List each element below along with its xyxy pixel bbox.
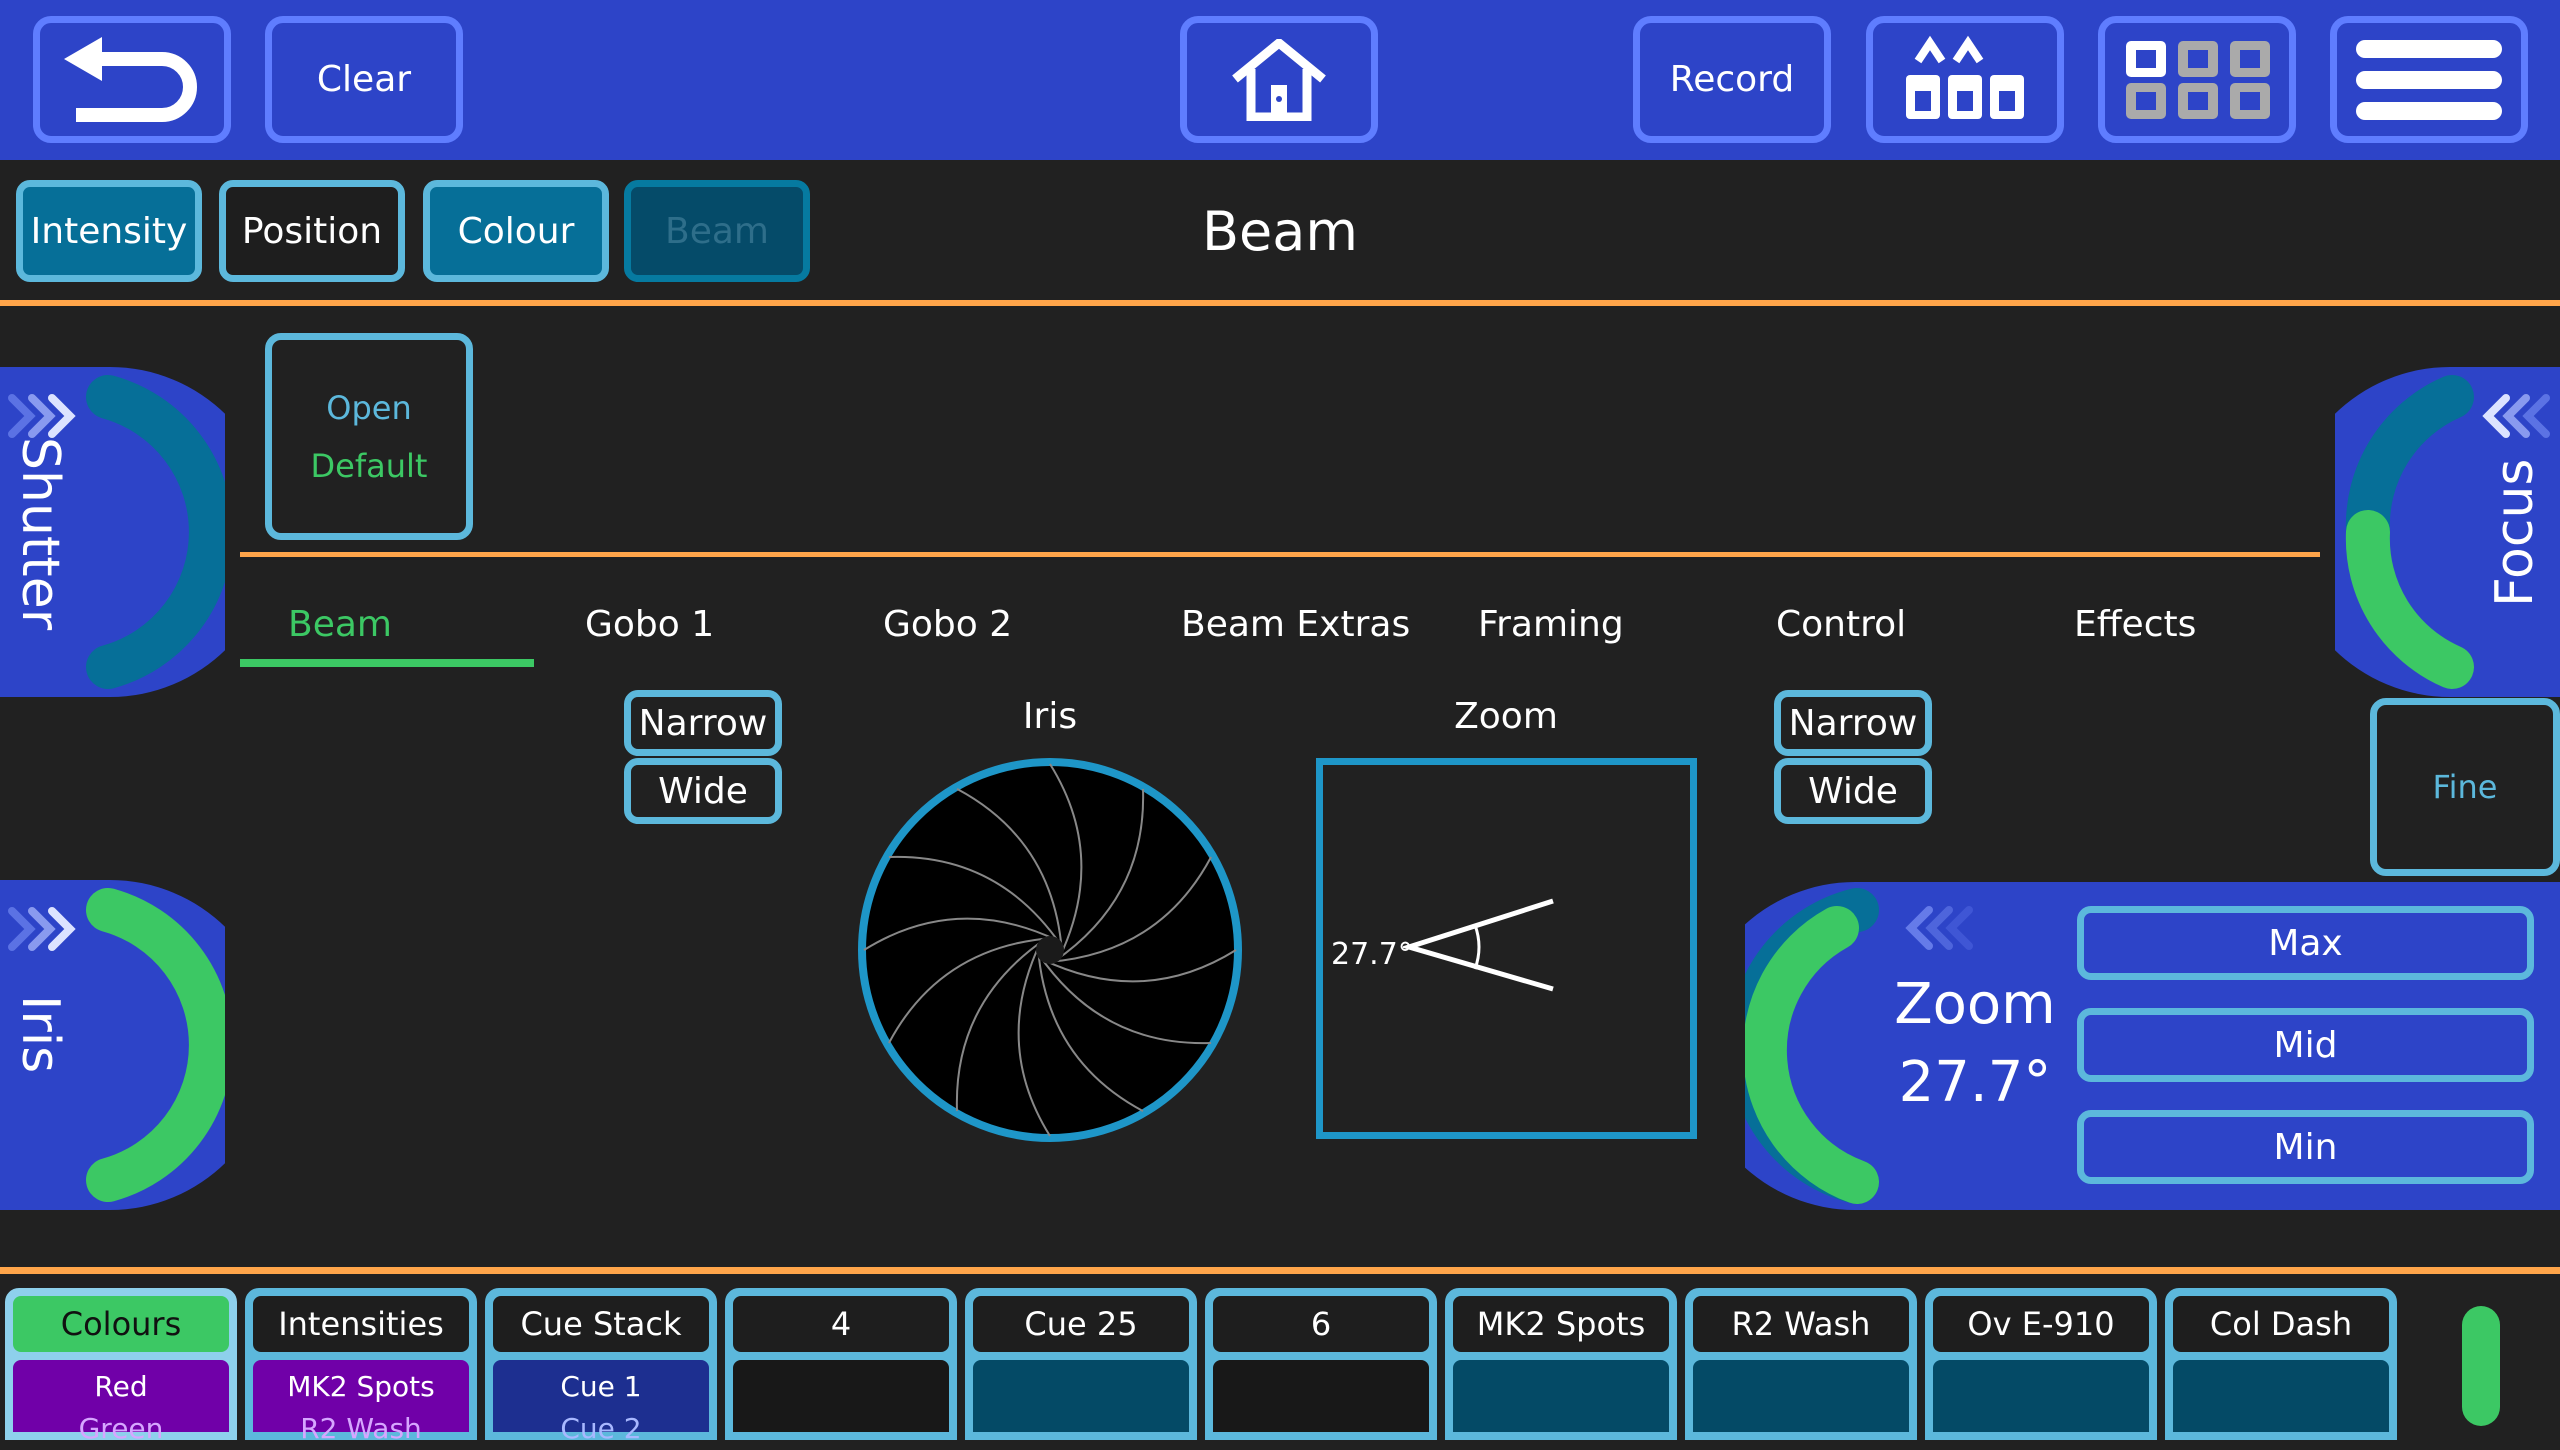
executor-line-1: Red — [94, 1370, 148, 1403]
shutter-default-label: Default — [310, 446, 428, 485]
executor-title: Intensities — [253, 1296, 469, 1352]
header-divider — [0, 300, 2560, 306]
executor-body — [1213, 1360, 1429, 1432]
executor-button[interactable]: 4 — [725, 1288, 957, 1440]
executor-body: Cue 1 Cue 2 — [493, 1360, 709, 1445]
fine-button[interactable]: Fine — [2370, 698, 2560, 876]
executor-body — [2173, 1360, 2389, 1432]
executor-button[interactable]: Intensities MK2 Spots R2 Wash — [245, 1288, 477, 1445]
zoom-angle-readout: 27.7° — [1331, 937, 1413, 972]
executor-title: R2 Wash — [1693, 1296, 1909, 1352]
chevrons-left-icon — [1905, 906, 1973, 950]
executor-body: MK2 Spots R2 Wash — [253, 1360, 469, 1445]
iris-title: Iris — [1022, 696, 1078, 737]
footer-divider — [0, 1267, 2560, 1274]
tab-beam[interactable]: Beam — [624, 180, 810, 282]
executor-title: Cue Stack — [493, 1296, 709, 1352]
zoom-diagram[interactable]: 27.7° — [1316, 758, 1697, 1139]
zoom-encoder-value: 27.7° — [1898, 1050, 2052, 1115]
subtab-active-indicator — [240, 659, 534, 667]
top-toolbar: Clear Record — [0, 0, 2560, 160]
executor-body — [1933, 1360, 2149, 1432]
hamburger-menu-icon — [2356, 39, 2502, 120]
executor-title: Cue 25 — [973, 1296, 1189, 1352]
iris-encoder[interactable]: Iris — [0, 880, 275, 1210]
executor-button[interactable]: MK2 Spots — [1445, 1288, 1677, 1440]
chevrons-right-icon — [8, 394, 76, 438]
section-divider — [240, 552, 2320, 557]
executor-body — [1693, 1360, 1909, 1432]
executor-body — [1453, 1360, 1669, 1432]
executor-line-2: R2 Wash — [300, 1412, 422, 1445]
executor-title: Colours — [13, 1296, 229, 1352]
executor-line-2: Cue 2 — [560, 1412, 642, 1445]
home-button[interactable] — [1180, 16, 1378, 143]
home-icon — [1232, 38, 1326, 121]
executor-body: Red Green — [13, 1360, 229, 1445]
record-button[interactable]: Record — [1633, 16, 1831, 143]
executor-body — [733, 1360, 949, 1432]
subtab-beam[interactable]: Beam — [288, 604, 392, 645]
executor-button[interactable]: Cue Stack Cue 1 Cue 2 — [485, 1288, 717, 1445]
zoom-encoder-label: Zoom — [1894, 972, 2056, 1037]
iris-narrow-button[interactable]: Narrow — [624, 690, 782, 756]
subtab-gobo-2[interactable]: Gobo 2 — [883, 604, 1012, 645]
subtab-beam-extras[interactable]: Beam Extras — [1181, 604, 1410, 645]
executor-button[interactable]: Col Dash — [2165, 1288, 2397, 1440]
focus-label: Focus — [2485, 458, 2545, 607]
focus-encoder[interactable]: Focus — [2285, 367, 2560, 697]
playback-faders-icon — [1906, 35, 2024, 119]
grid-view-icon — [2126, 40, 2270, 119]
grid-view-button[interactable] — [2098, 16, 2296, 143]
subtab-effects[interactable]: Effects — [2074, 604, 2196, 645]
executor-button[interactable]: Colours Red Green — [5, 1288, 237, 1445]
executor-line-2: Green — [78, 1412, 164, 1445]
shutter-state-label: Open — [326, 388, 412, 427]
subtab-control[interactable]: Control — [1776, 604, 1906, 645]
chevrons-left-icon — [2482, 394, 2550, 438]
shutter-open-default-button[interactable]: Open Default — [265, 333, 473, 540]
tab-position[interactable]: Position — [219, 180, 405, 282]
back-button[interactable] — [33, 16, 231, 143]
executor-title: Col Dash — [2173, 1296, 2389, 1352]
tab-intensity[interactable]: Intensity — [16, 180, 202, 282]
tab-colour[interactable]: Colour — [423, 180, 609, 282]
executor-button[interactable]: Ov E-910 — [1925, 1288, 2157, 1440]
executor-button[interactable]: Cue 25 — [965, 1288, 1197, 1440]
iris-diagram[interactable] — [855, 755, 1245, 1145]
zoom-title: Zoom — [1454, 696, 1558, 737]
zoom-wide-button[interactable]: Wide — [1774, 758, 1932, 824]
subtab-gobo-1[interactable]: Gobo 1 — [585, 604, 714, 645]
beam-angle-icon — [1403, 898, 1554, 992]
shutter-encoder[interactable]: Shutter — [0, 367, 275, 697]
executor-title: 4 — [733, 1296, 949, 1352]
shutter-label: Shutter — [10, 437, 70, 631]
chevrons-right-icon — [8, 907, 76, 951]
executor-button[interactable]: R2 Wash — [1685, 1288, 1917, 1440]
zoom-max-button[interactable]: Max — [2077, 906, 2534, 980]
executor-body — [973, 1360, 1189, 1432]
executor-button[interactable]: 6 — [1205, 1288, 1437, 1440]
executor-title: 6 — [1213, 1296, 1429, 1352]
executor-title: MK2 Spots — [1453, 1296, 1669, 1352]
executor-line-1: Cue 1 — [560, 1370, 642, 1403]
page-title: Beam — [1202, 200, 1358, 263]
zoom-min-button[interactable]: Min — [2077, 1110, 2534, 1184]
executor-title: Ov E-910 — [1933, 1296, 2149, 1352]
scroll-indicator[interactable] — [2462, 1306, 2500, 1426]
clear-button[interactable]: Clear — [265, 16, 463, 143]
subtab-framing[interactable]: Framing — [1478, 604, 1624, 645]
executor-line-1: MK2 Spots — [287, 1370, 435, 1403]
zoom-mid-button[interactable]: Mid — [2077, 1008, 2534, 1082]
undo-arrow-icon — [64, 36, 197, 122]
iris-wide-button[interactable]: Wide — [624, 758, 782, 824]
menu-button[interactable] — [2330, 16, 2528, 143]
zoom-narrow-button[interactable]: Narrow — [1774, 690, 1932, 756]
iris-encoder-label: Iris — [10, 995, 70, 1074]
playback-faders-button[interactable] — [1866, 16, 2064, 143]
